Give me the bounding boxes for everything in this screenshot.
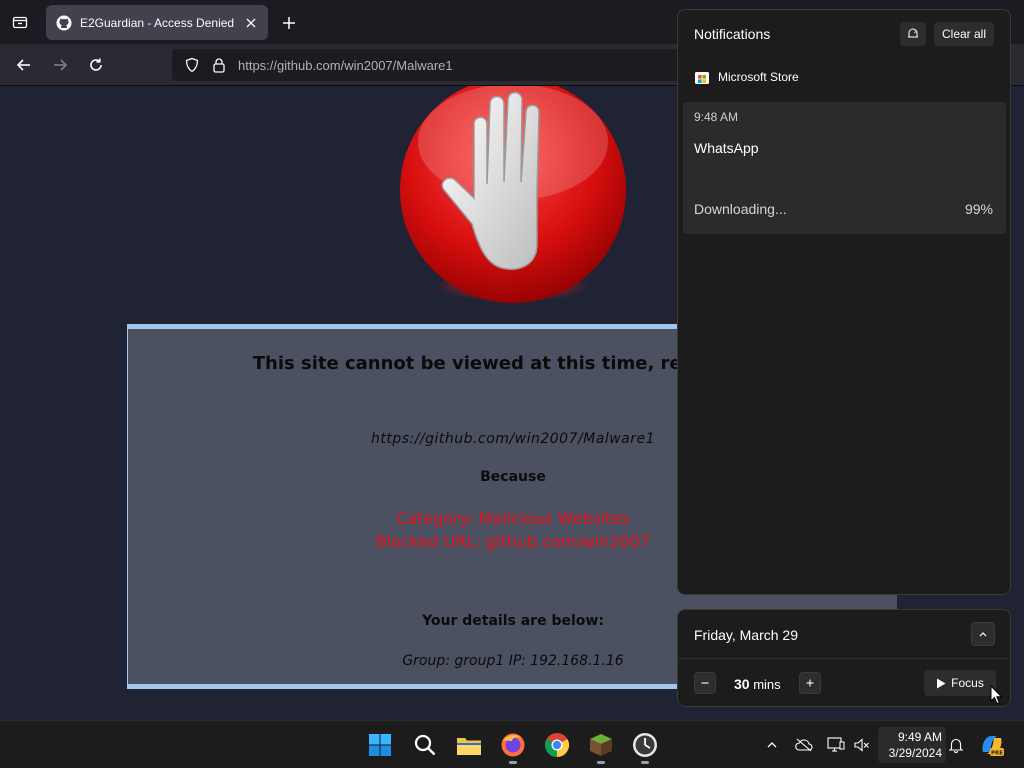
focus-button[interactable]: Focus bbox=[924, 670, 996, 696]
collapse-calendar-button[interactable] bbox=[971, 622, 995, 646]
firefox-button[interactable] bbox=[497, 729, 529, 764]
calendar-flyout: Friday, March 29 30 mins Focus bbox=[677, 609, 1011, 707]
notification-title: WhatsApp bbox=[694, 140, 759, 156]
taskbar-time: 9:49 AM bbox=[897, 730, 942, 744]
reload-button[interactable] bbox=[82, 52, 110, 78]
file-explorer-icon bbox=[457, 738, 481, 755]
volume-muted-icon bbox=[854, 738, 869, 752]
focus-duration-value: 30 bbox=[734, 676, 750, 692]
microsoft-store-icon bbox=[695, 72, 709, 84]
lock-icon[interactable] bbox=[212, 57, 226, 73]
search-icon bbox=[414, 734, 436, 756]
focus-label: Focus bbox=[951, 676, 984, 690]
tracking-protection-shield-icon[interactable] bbox=[184, 57, 200, 73]
notification-center: Notifications z Clear all Microsoft Stor… bbox=[677, 9, 1011, 595]
plus-icon bbox=[806, 679, 814, 687]
firefox-icon bbox=[501, 733, 525, 757]
network-icon bbox=[827, 737, 845, 752]
increase-duration-button[interactable] bbox=[799, 672, 821, 694]
tab-list-icon bbox=[12, 16, 28, 29]
calendar-date: Friday, March 29 bbox=[694, 627, 798, 643]
taskbar-date: 3/29/2024 bbox=[888, 746, 942, 760]
notification-bell-button[interactable] bbox=[946, 735, 966, 755]
tab-active[interactable]: E2Guardian - Access Denied bbox=[46, 5, 268, 40]
minecraft-button[interactable] bbox=[585, 729, 617, 764]
url-path: /win2007/Malware1 bbox=[340, 57, 453, 73]
copilot-badge: PRE bbox=[991, 751, 1003, 757]
play-icon bbox=[937, 678, 946, 688]
clock-app-icon bbox=[633, 733, 657, 757]
taskbar-clock[interactable]: 9:49 AM 3/29/2024 bbox=[878, 727, 946, 763]
bell-snooze-icon: z bbox=[908, 28, 918, 38]
start-icon bbox=[369, 734, 391, 756]
focus-duration-unit: mins bbox=[753, 677, 781, 692]
plus-icon bbox=[283, 17, 295, 29]
address-bar[interactable]: https://github.com/win2007/Malware1 bbox=[172, 49, 692, 81]
onedrive-tray-button[interactable] bbox=[794, 735, 814, 755]
arrow-left-icon bbox=[16, 59, 30, 71]
minus-icon bbox=[701, 682, 709, 684]
file-explorer-button[interactable] bbox=[453, 729, 485, 761]
search-button[interactable] bbox=[409, 729, 441, 761]
start-button[interactable] bbox=[364, 729, 396, 761]
github-icon bbox=[56, 15, 72, 30]
reload-icon bbox=[90, 58, 102, 71]
download-status: Downloading... bbox=[694, 201, 787, 217]
running-indicator bbox=[641, 761, 649, 764]
mouse-cursor-icon bbox=[990, 685, 1003, 705]
chrome-icon bbox=[544, 733, 570, 757]
bell-icon bbox=[948, 738, 964, 753]
url-host: https://github.com bbox=[238, 57, 341, 73]
notification-app-header: Microsoft Store bbox=[694, 69, 799, 85]
divider bbox=[678, 658, 1010, 659]
forward-button[interactable] bbox=[46, 52, 74, 78]
chevron-up-icon bbox=[767, 742, 777, 748]
notification-time: 9:48 AM bbox=[694, 110, 739, 124]
arrow-right-icon bbox=[54, 59, 68, 71]
taskbar: 9:49 AM 3/29/2024 PRE bbox=[0, 720, 1024, 768]
back-button[interactable] bbox=[10, 52, 38, 78]
chevron-up-icon bbox=[979, 632, 987, 637]
network-tray-button[interactable] bbox=[826, 735, 846, 755]
decrease-duration-button[interactable] bbox=[694, 672, 716, 694]
copilot-button[interactable]: PRE bbox=[976, 729, 1008, 761]
show-hidden-icons-button[interactable] bbox=[762, 735, 782, 755]
running-indicator bbox=[597, 761, 605, 764]
copilot-icon: PRE bbox=[982, 736, 1004, 757]
minecraft-icon bbox=[590, 734, 612, 756]
close-tab-icon[interactable] bbox=[244, 16, 258, 30]
svg-text:z: z bbox=[914, 29, 917, 35]
chrome-button[interactable] bbox=[541, 729, 573, 761]
notification-card[interactable]: 9:48 AM WhatsApp Downloading... 99% bbox=[683, 102, 1006, 234]
tab-list-button[interactable] bbox=[6, 9, 34, 35]
focus-duration: 30 mins bbox=[734, 676, 781, 692]
running-indicator bbox=[509, 761, 517, 764]
volume-tray-button[interactable] bbox=[852, 735, 872, 755]
notifications-title: Notifications bbox=[694, 26, 771, 42]
notification-app-name: Microsoft Store bbox=[718, 70, 799, 84]
stop-hand-icon bbox=[400, 86, 626, 303]
tab-title: E2Guardian - Access Denied bbox=[80, 15, 235, 30]
new-tab-button[interactable] bbox=[278, 12, 300, 34]
clock-app-button[interactable] bbox=[629, 729, 661, 764]
clear-all-button[interactable]: Clear all bbox=[934, 22, 994, 46]
download-progress: 99% bbox=[964, 201, 993, 217]
url-text[interactable]: https://github.com/win2007/Malware1 bbox=[238, 58, 453, 73]
cloud-off-icon bbox=[795, 738, 813, 752]
do-not-disturb-button[interactable]: z bbox=[900, 22, 926, 46]
